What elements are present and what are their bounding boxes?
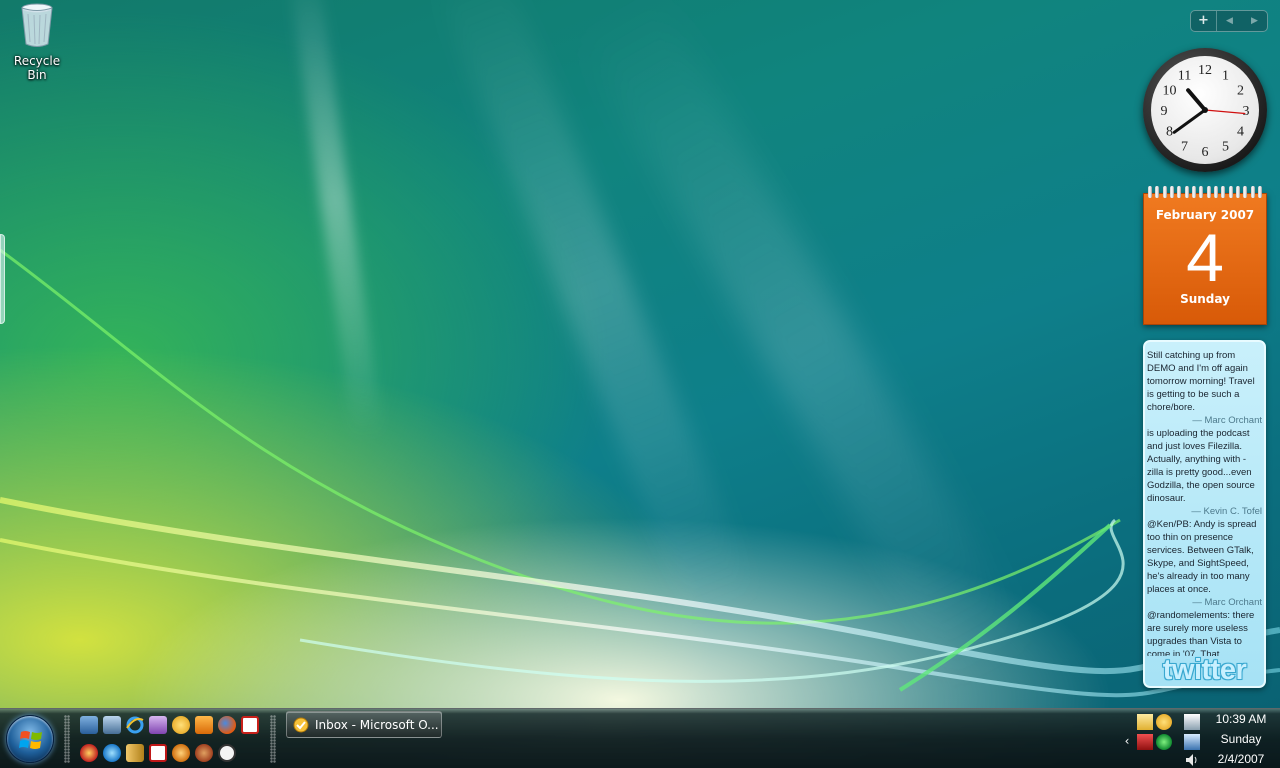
game-icon[interactable]: [195, 744, 213, 762]
tweet-text: @Ken/PB: Andy is spread too thin on pres…: [1147, 519, 1257, 595]
clock-numeral: 5: [1222, 140, 1229, 155]
clock-numeral: 12: [1198, 63, 1212, 78]
firefox-icon[interactable]: [218, 716, 236, 734]
clock-numeral: 8: [1166, 125, 1173, 140]
clock-numeral: 1: [1222, 68, 1229, 83]
calendar-app-icon[interactable]: [241, 716, 259, 734]
taskbar-weekday: Sunday: [1220, 732, 1262, 746]
wallpaper-light-streak: [286, 0, 384, 440]
network-icon[interactable]: [1184, 734, 1200, 750]
user-folder-icon[interactable]: [80, 744, 98, 762]
mail-icon[interactable]: [1137, 714, 1153, 730]
windows-logo-icon: [19, 731, 42, 749]
clock-numeral: 3: [1243, 104, 1250, 119]
sidebar-edge-tab[interactable]: [0, 234, 5, 324]
hour-hand: [1186, 88, 1207, 112]
nytimes-icon[interactable]: [218, 744, 236, 762]
taskbar-clock[interactable]: 10:39 AM Sunday 2/4/2007: [1202, 709, 1280, 768]
desktop-icon-recycle-bin[interactable]: Recycle Bin: [4, 2, 70, 82]
calendar-gadget[interactable]: February 2007 4 Sunday: [1143, 186, 1267, 325]
minute-hand: [1172, 108, 1207, 134]
wallpaper-wave: [0, 248, 1280, 698]
network-tool-icon[interactable]: [1137, 734, 1153, 750]
clock-gadget[interactable]: 12 1 2 3 4 5 6 7 8 9 10 11: [1143, 48, 1267, 172]
onenote-icon[interactable]: [149, 716, 167, 734]
outlook-icon[interactable]: [172, 716, 190, 734]
green-globe-icon[interactable]: [1156, 734, 1172, 750]
add-gadget-button[interactable]: +: [1191, 11, 1217, 31]
recycle-bin-icon: [20, 2, 54, 47]
tweet-author[interactable]: — Marc Orchant: [1147, 414, 1262, 427]
clock-numeral: 6: [1202, 145, 1209, 160]
clock-numeral: 9: [1161, 104, 1168, 119]
skype-icon[interactable]: [103, 744, 121, 762]
clock-numeral: 10: [1162, 84, 1176, 99]
internet-explorer-icon[interactable]: [126, 716, 144, 734]
taskbar-button-outlook[interactable]: Inbox - Microsoft O...: [286, 711, 442, 738]
tweet: is uploading the podcast and just loves …: [1147, 427, 1262, 518]
clock-numeral: 11: [1178, 68, 1191, 83]
start-button[interactable]: [6, 715, 54, 763]
show-desktop-icon[interactable]: [80, 716, 98, 734]
second-hand: [1204, 109, 1246, 115]
clock-dial: 12 12 3 45678 9 1011: [1161, 63, 1250, 160]
taskbar-button-label: Inbox - Microsoft O...: [315, 717, 439, 732]
clock-face: 12 1 2 3 4 5 6 7 8 9 10 11: [1151, 56, 1259, 164]
taskbar-date: 2/4/2007: [1217, 752, 1265, 766]
tweet: @randomelements: there are surely more u…: [1147, 609, 1262, 656]
next-gadget-page-button[interactable]: ▶: [1242, 11, 1267, 31]
tweet-text: is uploading the podcast and just loves …: [1147, 428, 1255, 504]
outlook-tray-icon[interactable]: [1156, 714, 1172, 730]
tweet-author[interactable]: — Marc Orchant: [1147, 596, 1262, 609]
basketball-app-icon[interactable]: [172, 744, 190, 762]
calendar-rings: [1148, 186, 1262, 198]
clock-numeral: 4: [1237, 125, 1244, 140]
volume-icon[interactable]: [1184, 752, 1200, 768]
twitter-feed[interactable]: Still catching up from DEMO and I'm off …: [1147, 349, 1262, 656]
chevron-left-icon[interactable]: ‹: [1119, 733, 1135, 749]
toolbar-grip[interactable]: [64, 715, 70, 763]
taskbar-time: 10:39 AM: [1215, 712, 1267, 726]
tweet-author[interactable]: — Kevin C. Tofel: [1147, 505, 1262, 518]
switch-windows-icon[interactable]: [103, 716, 121, 734]
toolbar-grip[interactable]: [270, 715, 276, 763]
calendar-weekday: Sunday: [1180, 292, 1230, 306]
adobe-reader-icon[interactable]: [149, 744, 167, 762]
tweet-text: Still catching up from DEMO and I'm off …: [1147, 350, 1255, 413]
twitter-gadget[interactable]: Still catching up from DEMO and I'm off …: [1143, 340, 1266, 688]
clock-numeral: 2: [1237, 84, 1244, 99]
outlook-icon: [293, 717, 309, 733]
tweet: @Ken/PB: Andy is spread too thin on pres…: [1147, 518, 1262, 609]
previous-gadget-page-button[interactable]: ◀: [1217, 11, 1242, 31]
clock-center: [1202, 107, 1208, 113]
wallpaper-light-streak: [576, 0, 1034, 692]
twitter-logo: twitter: [1162, 654, 1247, 686]
tweet: Still catching up from DEMO and I'm off …: [1147, 349, 1262, 427]
desktop-icon-label: Recycle Bin: [13, 54, 61, 82]
media-player-icon[interactable]: [195, 716, 213, 734]
usb-device-icon[interactable]: [1184, 714, 1200, 730]
clock-numeral: 7: [1181, 140, 1188, 155]
taskbar: Inbox - Microsoft O... ‹ 10:39 AM Sunday…: [0, 708, 1280, 768]
tweet-text: @randomelements: there are surely more u…: [1147, 610, 1255, 656]
calendar-day-number: 4: [1186, 220, 1224, 296]
wallpaper-light-streak: [431, 0, 759, 628]
reader-icon[interactable]: [126, 744, 144, 762]
sidebar-controls: + ◀ ▶: [1190, 10, 1268, 32]
